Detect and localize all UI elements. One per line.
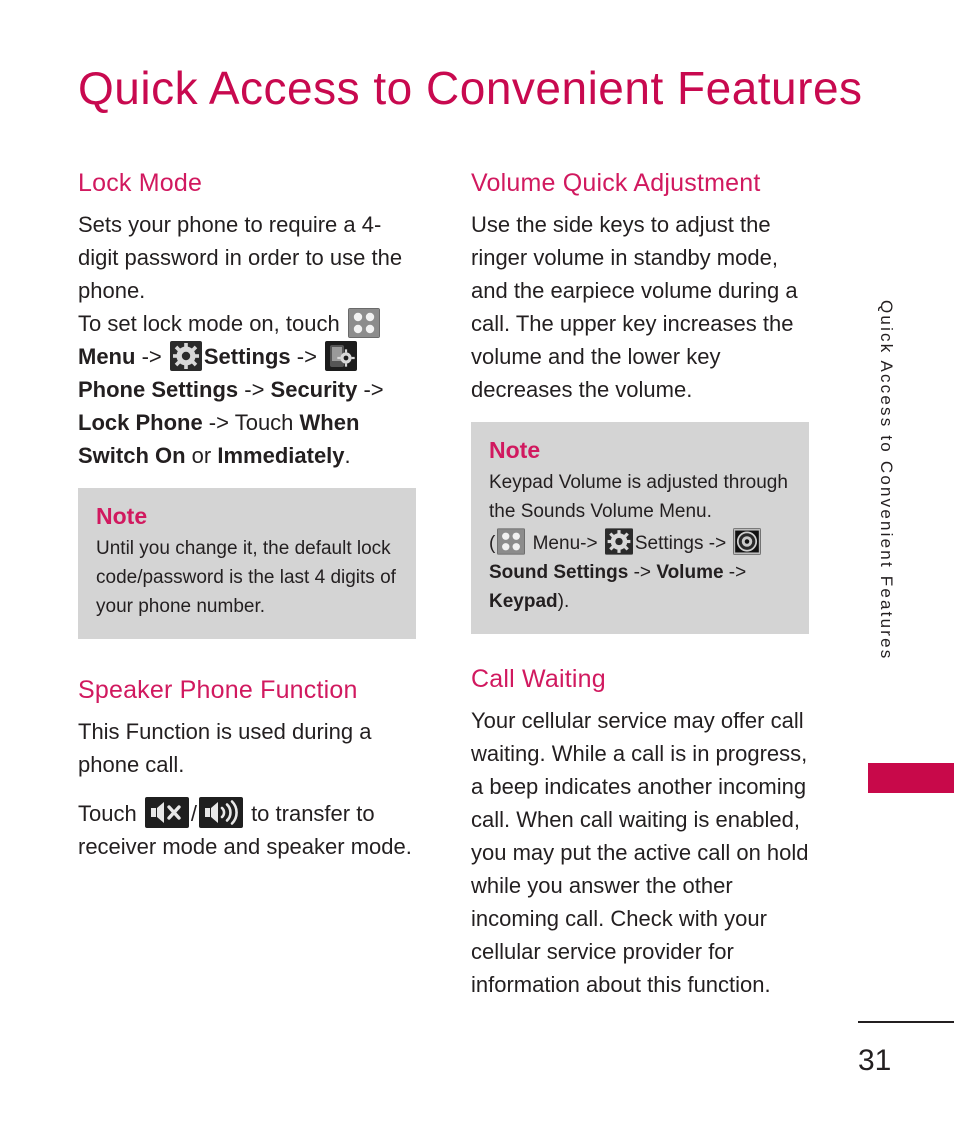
- section-speaker-phone: Speaker Phone Function This Function is …: [78, 675, 416, 863]
- note-box-lock-mode: Note Until you change it, the default lo…: [78, 488, 416, 639]
- note-title: Note: [96, 503, 148, 529]
- section-lock-mode: Lock Mode Sets your phone to require a 4…: [78, 168, 416, 639]
- instr-menu: Menu: [78, 344, 136, 369]
- touch-slash: /: [190, 801, 197, 826]
- sound-speaker-icon: [733, 528, 762, 555]
- instr-arrow-1: ->: [135, 344, 168, 369]
- heading-lock-mode: Lock Mode: [78, 169, 203, 197]
- instr-settings: Settings: [203, 344, 291, 369]
- menu-grid-icon: [497, 528, 526, 555]
- note-box-volume: Note Keypad Volume is adjusted through t…: [471, 422, 809, 634]
- speaker-phone-touch-instruction: Touch / to transfer to receiver mode and…: [78, 797, 416, 863]
- note-body: Until you change it, the default lock co…: [96, 538, 396, 617]
- note-body-line-1: Keypad Volume is adjusted through the So…: [489, 472, 788, 522]
- chapter-side-tab-label: Quick Access to Convenient Features: [877, 300, 896, 661]
- settings-gear-icon: [169, 341, 202, 371]
- volume-quick-paragraph: Use the side keys to adjust the ringer v…: [471, 212, 798, 402]
- speaker-phone-paragraph: This Function is used during a phone cal…: [78, 719, 372, 777]
- instr-phone-settings: Phone Settings: [78, 377, 239, 402]
- note-close-paren: ).: [557, 591, 570, 612]
- instr-or: or: [185, 443, 218, 468]
- chapter-tab-marker: [868, 763, 954, 793]
- lock-mode-paragraph: Sets your phone to require a 4-digit pas…: [78, 212, 403, 303]
- right-column: Volume Quick Adjustment Use the side key…: [471, 168, 809, 1001]
- note-arrow-2: ->: [628, 562, 657, 583]
- instr-arrow-2: ->: [290, 344, 324, 369]
- note-open-paren: (: [489, 533, 496, 554]
- section-volume-quick-adjustment: Volume Quick Adjustment Use the side key…: [471, 168, 809, 634]
- footer-divider: [858, 1021, 954, 1023]
- speaker-on-icon: [198, 797, 243, 828]
- lock-mode-instructions: To set lock mode on, touch Menu -> Setti…: [78, 307, 416, 472]
- page-number: 31: [858, 1044, 892, 1077]
- instr-touch: Touch: [234, 410, 300, 435]
- document-page: Quick Access to Convenient Features Lock…: [0, 0, 954, 1145]
- instr-lock-phone: Lock Phone: [78, 410, 203, 435]
- settings-gear-icon: [604, 528, 633, 555]
- call-waiting-paragraph: Your cellular service may offer call wai…: [471, 708, 809, 997]
- note-sound-settings: Sound Settings: [489, 562, 629, 583]
- heading-volume-quick-adjustment: Volume Quick Adjustment: [471, 169, 761, 197]
- instr-arrow-5: ->: [202, 410, 235, 435]
- note-settings: Settings: [634, 533, 704, 554]
- note-keypad: Keypad: [489, 591, 558, 612]
- instr-prefix: To set lock mode on, touch: [78, 311, 346, 336]
- heading-call-waiting: Call Waiting: [471, 665, 606, 693]
- left-column: Lock Mode Sets your phone to require a 4…: [78, 168, 416, 863]
- instr-arrow-4: ->: [357, 377, 384, 402]
- note-volume: Volume: [656, 562, 724, 583]
- touch-prefix: Touch: [78, 801, 143, 826]
- section-call-waiting: Call Waiting Your cellular service may o…: [471, 664, 809, 1001]
- instr-immediately: Immediately: [217, 443, 345, 468]
- note-arrow-1: ->: [703, 533, 732, 554]
- note-arrow-3: ->: [723, 562, 747, 583]
- note-body-path: ( Menu-> Settings -> Sound Settings -> V…: [489, 528, 791, 616]
- note-title: Note: [489, 437, 541, 463]
- speaker-mute-icon: [144, 797, 189, 828]
- phone-settings-icon: [325, 341, 358, 371]
- instr-arrow-3: ->: [238, 377, 271, 402]
- menu-grid-icon: [347, 308, 380, 338]
- instr-security: Security: [270, 377, 358, 402]
- page-title: Quick Access to Convenient Features: [78, 62, 863, 114]
- instr-period: .: [344, 443, 351, 468]
- note-menu: Menu->: [527, 533, 603, 554]
- heading-speaker-phone: Speaker Phone Function: [78, 676, 358, 704]
